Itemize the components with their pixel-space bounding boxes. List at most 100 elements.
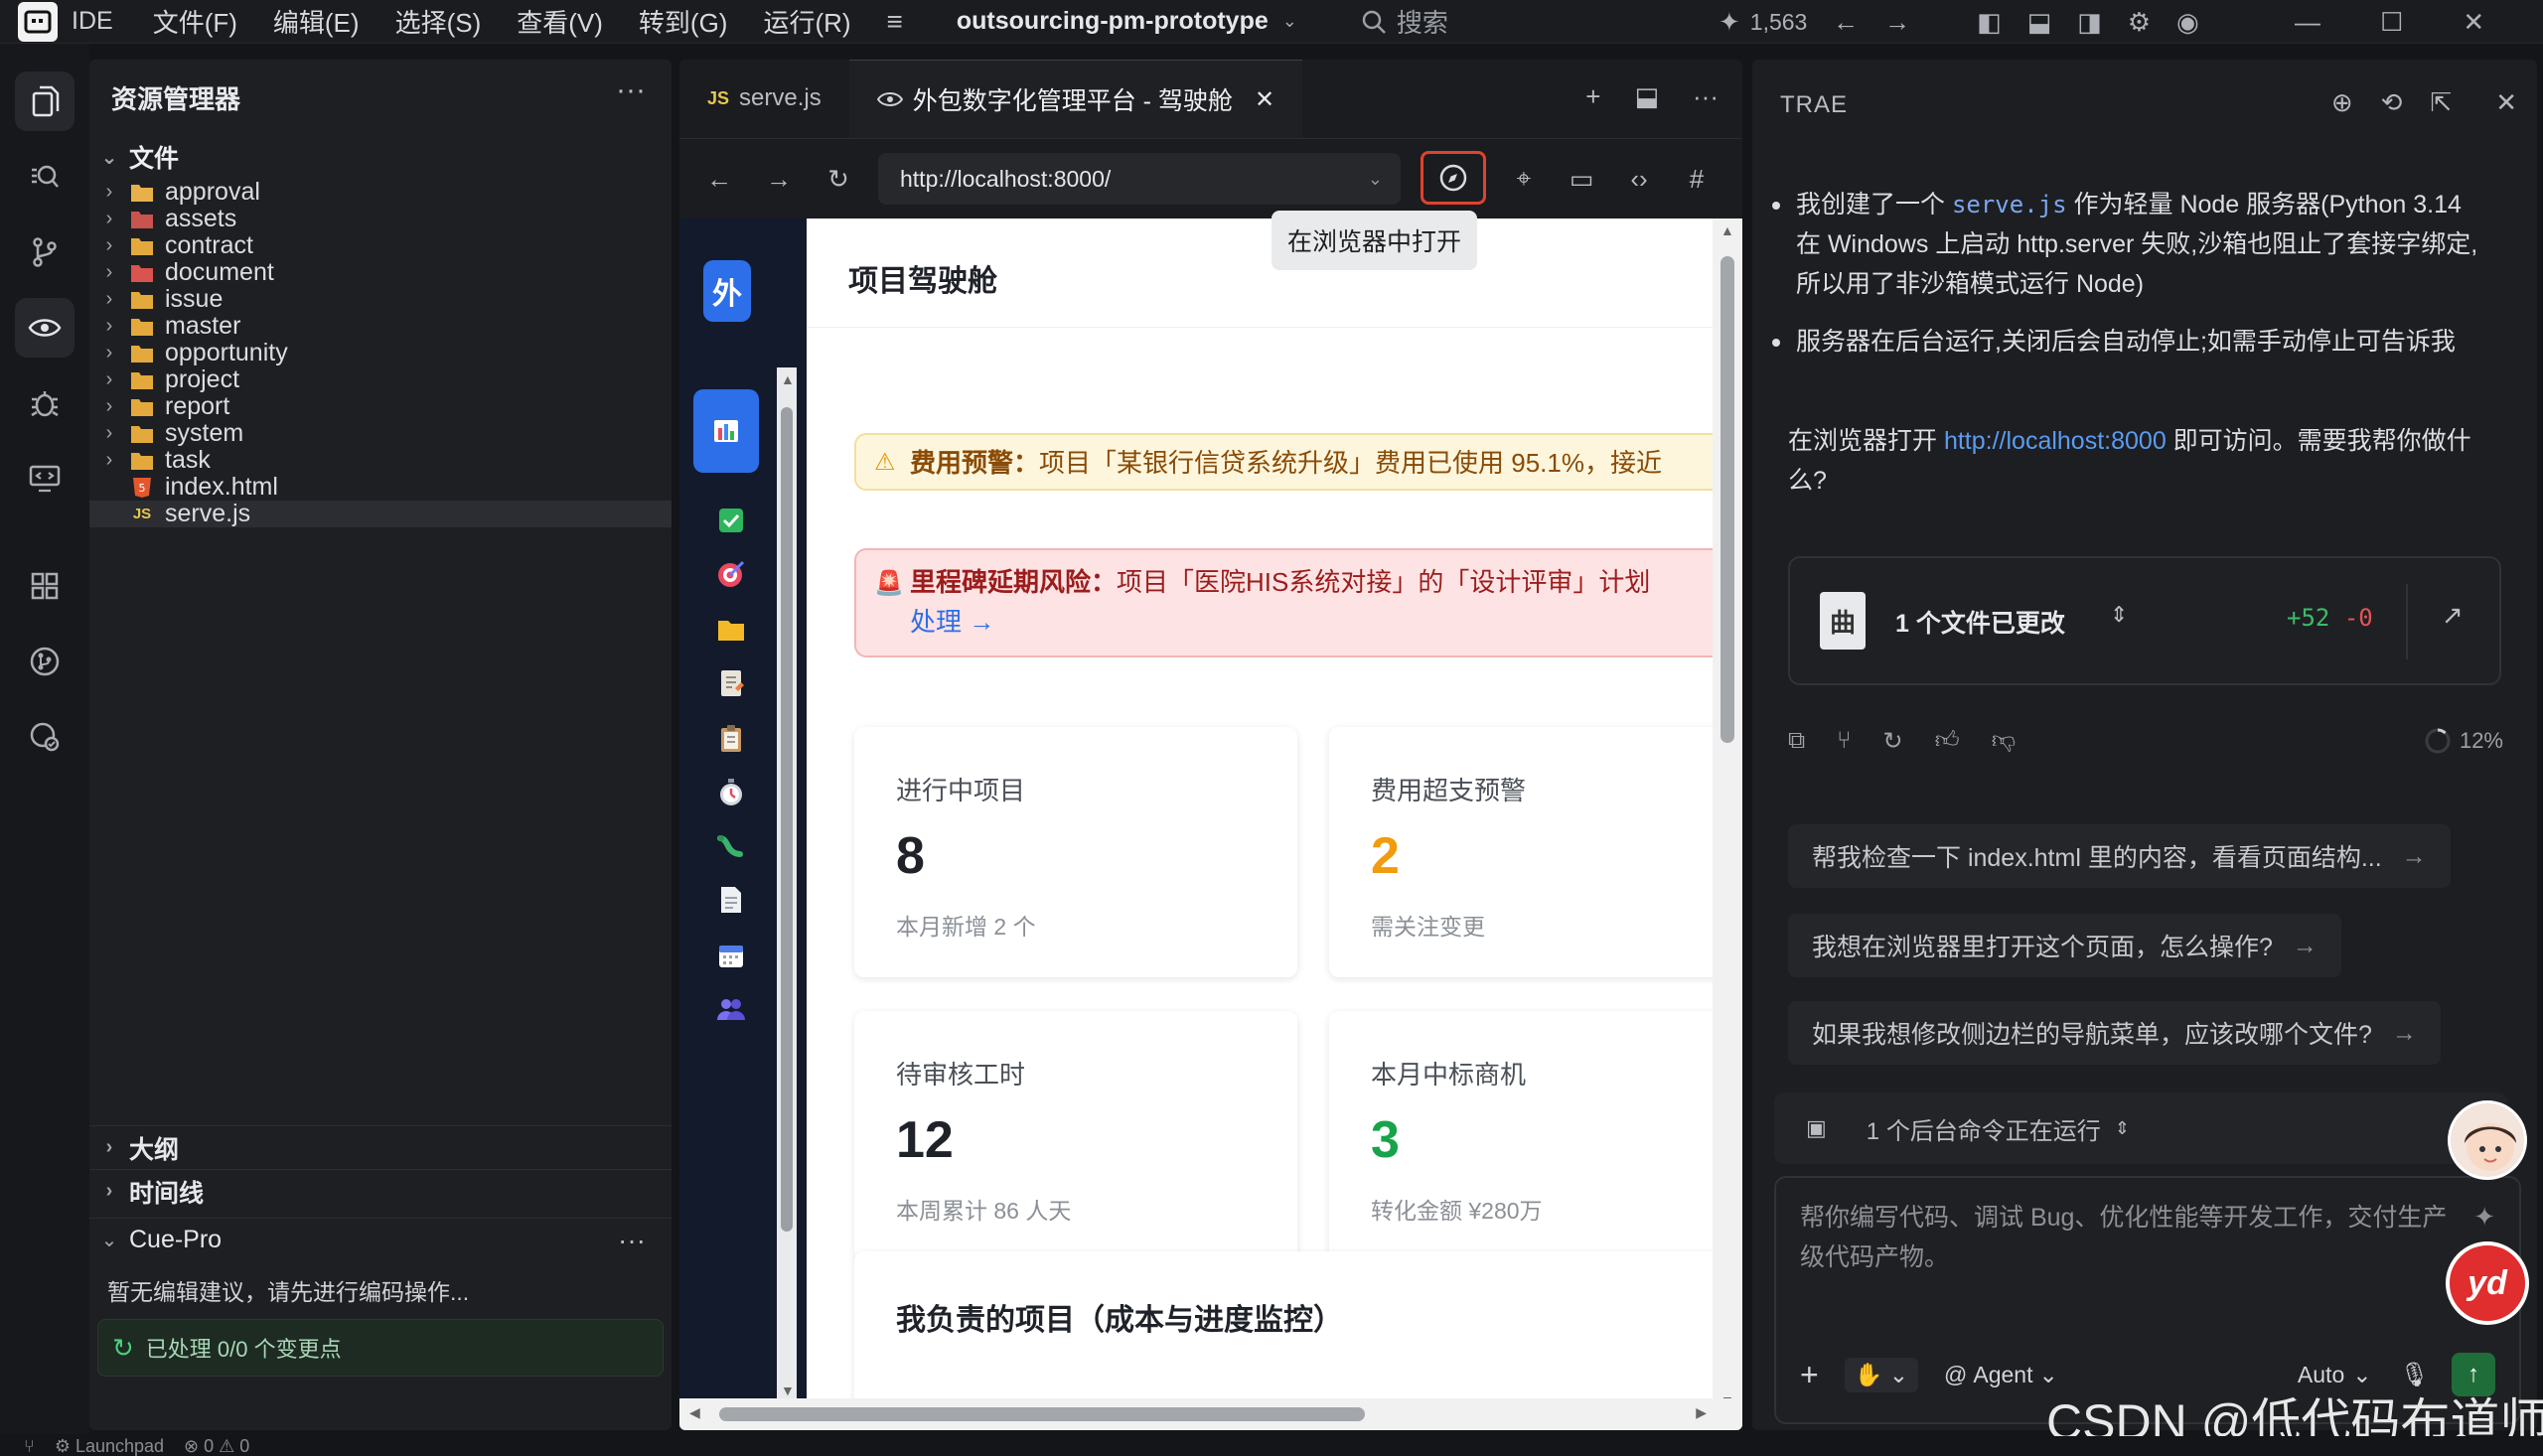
gear-icon[interactable]: ⚙: [2128, 7, 2151, 38]
scrollbar-thumb[interactable]: [1720, 256, 1734, 743]
url-input[interactable]: http://localhost:8000/ ⌄: [878, 153, 1401, 205]
nav-tasks-icon[interactable]: [709, 499, 753, 542]
extensions-icon[interactable]: [15, 556, 75, 616]
nav-folder-icon[interactable]: [709, 608, 753, 652]
preview-view-icon[interactable]: [15, 298, 75, 358]
account-icon[interactable]: ◉: [2176, 7, 2199, 38]
nav-target-icon[interactable]: [709, 552, 753, 596]
search-view-icon[interactable]: [15, 147, 75, 207]
element-picker-icon[interactable]: ⌖: [1504, 159, 1544, 199]
thumbs-down-icon[interactable]: 👎︎: [1992, 727, 2016, 755]
remote-icon[interactable]: [15, 449, 75, 509]
menu-select[interactable]: 选择(S): [395, 3, 482, 40]
tree-item-assets[interactable]: › assets: [89, 205, 672, 232]
tab-serve-js[interactable]: JS serve.js: [679, 60, 849, 138]
global-search[interactable]: 搜索: [1361, 3, 1448, 40]
stat-card[interactable]: 费用超支预警 2 需关注变更: [1329, 727, 1742, 977]
stat-card[interactable]: 待审核工时 12 本周累计 86 人天: [854, 1011, 1297, 1261]
problems-item[interactable]: ⊗ 0 ⚠ 0: [184, 1436, 249, 1456]
menu-view[interactable]: 查看(V): [517, 3, 603, 40]
explorer-view-icon[interactable]: [15, 72, 75, 131]
sidebar-scrollbar[interactable]: ▲ ▼: [777, 367, 797, 1400]
back-arrow-icon[interactable]: ←: [699, 159, 739, 199]
scroll-left-icon[interactable]: ◀: [689, 1404, 700, 1421]
youdao-logo-icon[interactable]: yd: [2446, 1241, 2529, 1325]
hamburger-menu-icon[interactable]: ≡: [887, 6, 903, 38]
project-name[interactable]: outsourcing-pm-prototype: [957, 7, 1269, 36]
expand-toggle-icon[interactable]: ⇕: [2110, 602, 2128, 628]
forward-arrow-icon[interactable]: →: [759, 159, 799, 199]
nav-dashboard-icon[interactable]: [693, 389, 759, 473]
expand-toggle-icon[interactable]: ⇕: [2115, 1118, 2130, 1139]
open-diff-icon[interactable]: ↗: [2442, 600, 2464, 631]
tree-item-serve-js[interactable]: JS serve.js: [89, 500, 672, 527]
menu-run[interactable]: 运行(R): [763, 3, 850, 40]
tree-item-master[interactable]: › master: [89, 312, 672, 340]
maximize-icon[interactable]: ☐: [2380, 7, 2403, 38]
branch-icon[interactable]: ⑂: [24, 1436, 35, 1456]
tree-item-opportunity[interactable]: › opportunity: [89, 339, 672, 366]
toggle-right-panel-icon[interactable]: ◨: [2077, 7, 2102, 38]
minimize-icon[interactable]: —: [2295, 7, 2320, 38]
tree-item-task[interactable]: › task: [89, 446, 672, 474]
chevron-down-icon[interactable]: ⌄: [1282, 11, 1297, 32]
split-editor-icon[interactable]: ⬓: [1634, 81, 1659, 112]
more-actions-icon[interactable]: ···: [1693, 81, 1719, 112]
scroll-up-icon[interactable]: ▲: [1720, 222, 1734, 238]
scrollbar-thumb[interactable]: [781, 407, 793, 1232]
debug-icon[interactable]: [15, 373, 75, 433]
toggle-panel-icon[interactable]: ⬓: [2027, 7, 2052, 38]
more-actions-icon[interactable]: ···: [618, 1225, 646, 1256]
new-chat-icon[interactable]: ⊕: [2331, 87, 2353, 118]
stat-card[interactable]: 进行中项目 8 本月新增 2 个: [854, 727, 1297, 977]
tree-root[interactable]: ⌄ 文件: [89, 135, 672, 179]
toggle-sidebar-icon[interactable]: ◧: [1977, 7, 2002, 38]
scroll-down-icon[interactable]: ▼: [781, 1383, 795, 1398]
scroll-right-icon[interactable]: ▶: [1696, 1404, 1707, 1421]
chevron-down-icon[interactable]: ⌄: [1368, 169, 1383, 190]
tree-item-report[interactable]: › report: [89, 392, 672, 420]
back-arrow-icon[interactable]: ←: [1833, 7, 1859, 38]
suggestion-chip[interactable]: 我想在浏览器里打开这个页面，怎么操作? →: [1788, 914, 2341, 977]
tree-item-contract[interactable]: › contract: [89, 231, 672, 259]
localhost-link[interactable]: http://localhost:8000: [1944, 427, 2167, 455]
nav-calendar-icon[interactable]: [709, 934, 753, 977]
background-command-bar[interactable]: ▣ 1 个后台命令正在运行 ⇕: [1774, 1092, 2507, 1164]
handle-link[interactable]: 处理 →: [910, 607, 994, 637]
page-vertical-scrollbar[interactable]: ▲ ▼: [1713, 218, 1742, 1410]
git-graph-icon[interactable]: [15, 632, 75, 691]
open-in-browser-button[interactable]: [1421, 151, 1486, 205]
tree-item-issue[interactable]: › issue: [89, 285, 672, 313]
deploy-icon[interactable]: [15, 707, 75, 767]
cue-pro-section[interactable]: ⌄ Cue-Pro ···: [89, 1218, 672, 1261]
credits[interactable]: ✦ 1,563: [1719, 0, 1807, 44]
sparkle-icon[interactable]: ✦: [2473, 1202, 2495, 1233]
ide-label[interactable]: IDE: [72, 7, 113, 36]
nav-team-icon[interactable]: [709, 987, 753, 1031]
device-toggle-icon[interactable]: ▭: [1562, 159, 1601, 199]
timeline-section[interactable]: › 时间线: [89, 1169, 672, 1213]
stat-card[interactable]: 本月中标商机 3 转化金额 ¥280万: [1329, 1011, 1742, 1261]
forward-arrow-icon[interactable]: →: [1884, 7, 1910, 38]
scrollbar-thumb[interactable]: [719, 1407, 1365, 1421]
close-icon[interactable]: ✕: [1255, 85, 1274, 114]
tree-item-project[interactable]: › project: [89, 365, 672, 393]
nav-document-icon[interactable]: [709, 661, 753, 705]
outline-section[interactable]: › 大纲: [89, 1125, 672, 1169]
source-control-icon[interactable]: [15, 222, 75, 282]
plus-icon[interactable]: +: [1800, 1357, 1819, 1393]
reload-icon[interactable]: ↻: [819, 159, 858, 199]
hand-tool-icon[interactable]: ✋ ⌄: [1844, 1357, 1918, 1392]
menu-edit[interactable]: 编辑(E): [273, 3, 360, 40]
nav-bug-icon[interactable]: [709, 824, 753, 868]
file-changes-card[interactable]: 曲 1 个文件已更改 ⇕ +52 -0 ↗: [1788, 556, 2501, 685]
nav-timer-icon[interactable]: [709, 771, 753, 814]
tree-item-approval[interactable]: › approval: [89, 178, 672, 206]
retry-icon[interactable]: ↻: [1883, 727, 1903, 756]
tree-item-document[interactable]: › document: [89, 258, 672, 286]
launchpad-item[interactable]: ⚙ Launchpad: [55, 1436, 164, 1456]
history-icon[interactable]: ⟲: [2381, 87, 2403, 118]
tree-item-system[interactable]: › system: [89, 419, 672, 447]
assistant-avatar[interactable]: [2448, 1100, 2527, 1180]
suggestion-chip[interactable]: 如果我想修改侧边栏的导航菜单，应该改哪个文件? →: [1788, 1001, 2441, 1065]
